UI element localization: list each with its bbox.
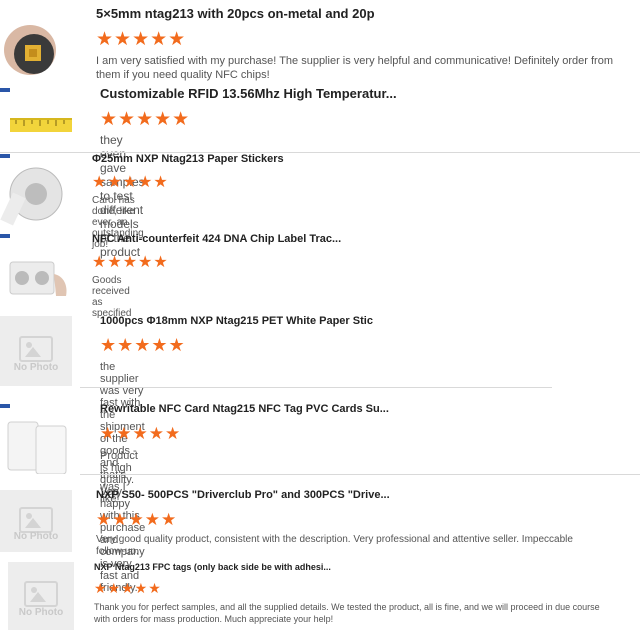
rating-stars: ★★★★★	[92, 174, 169, 191]
rating-stars: ★★★★★	[94, 580, 162, 596]
product-thumbnail[interactable]	[0, 404, 76, 474]
rating-stars: ★★★★★	[92, 254, 169, 271]
no-photo-label: No Photo	[18, 606, 64, 618]
row-divider	[80, 387, 552, 388]
ntag-tag-image	[4, 25, 56, 75]
brand-tag-icon	[0, 88, 10, 92]
product-thumbnail[interactable]	[0, 154, 70, 226]
nfc-cards-image	[7, 421, 67, 474]
no-photo-label: No Photo	[13, 530, 59, 542]
brand-tag-icon	[0, 404, 10, 408]
rating-stars: ★★★★★	[100, 335, 186, 355]
brand-tag-icon	[0, 154, 10, 158]
no-photo-label: No Photo	[13, 362, 59, 374]
review-text: Thank you for perfect samples, and all t…	[94, 602, 600, 624]
nfc-label-image	[9, 261, 67, 296]
no-photo-icon	[24, 581, 58, 608]
product-title[interactable]: Rewritable NFC Card Ntag215 NFC Tag PVC …	[100, 403, 389, 415]
product-thumbnail[interactable]	[0, 234, 70, 306]
product-thumbnail[interactable]: No Photo	[8, 562, 74, 630]
product-title[interactable]: NXP Ntag213 FPC tags (only back side be …	[94, 562, 331, 572]
review-text: Goods received as specified	[92, 275, 132, 319]
no-photo-icon	[19, 335, 53, 362]
rating-stars: ★★★★★	[100, 424, 182, 443]
ruler-image	[10, 118, 72, 132]
rating-stars: ★★★★★	[100, 109, 191, 130]
row-divider	[80, 474, 640, 475]
product-title[interactable]: 5×5mm ntag213 with 20pcs on-metal and 20…	[96, 6, 375, 21]
product-title[interactable]: NFC Anti-counterfeit 424 DNA Chip Label …	[92, 233, 341, 245]
rating-stars: ★★★★★	[96, 510, 178, 529]
sticker-roll-image	[0, 167, 63, 226]
product-thumbnail[interactable]: No Photo	[0, 490, 72, 552]
product-thumbnail[interactable]	[0, 6, 74, 82]
product-title[interactable]: 1000pcs Φ18mm NXP Ntag215 PET White Pape…	[100, 315, 373, 327]
product-title[interactable]: Φ25mm NXP Ntag213 Paper Stickers	[92, 153, 284, 165]
brand-tag-icon	[0, 234, 10, 238]
rating-stars: ★★★★★	[96, 29, 187, 50]
product-thumbnail[interactable]: No Photo	[0, 316, 72, 386]
no-photo-icon	[19, 507, 53, 534]
product-title[interactable]: NXP S50- 500PCS "Driverclub Pro" and 300…	[96, 489, 390, 501]
product-thumbnail[interactable]	[0, 88, 72, 150]
product-title[interactable]: Customizable RFID 13.56Mhz High Temperat…	[100, 86, 397, 101]
review-text: Very good quality product, consistent wi…	[96, 534, 573, 554]
review-text: I am very satisfied with my purchase! Th…	[96, 55, 614, 81]
